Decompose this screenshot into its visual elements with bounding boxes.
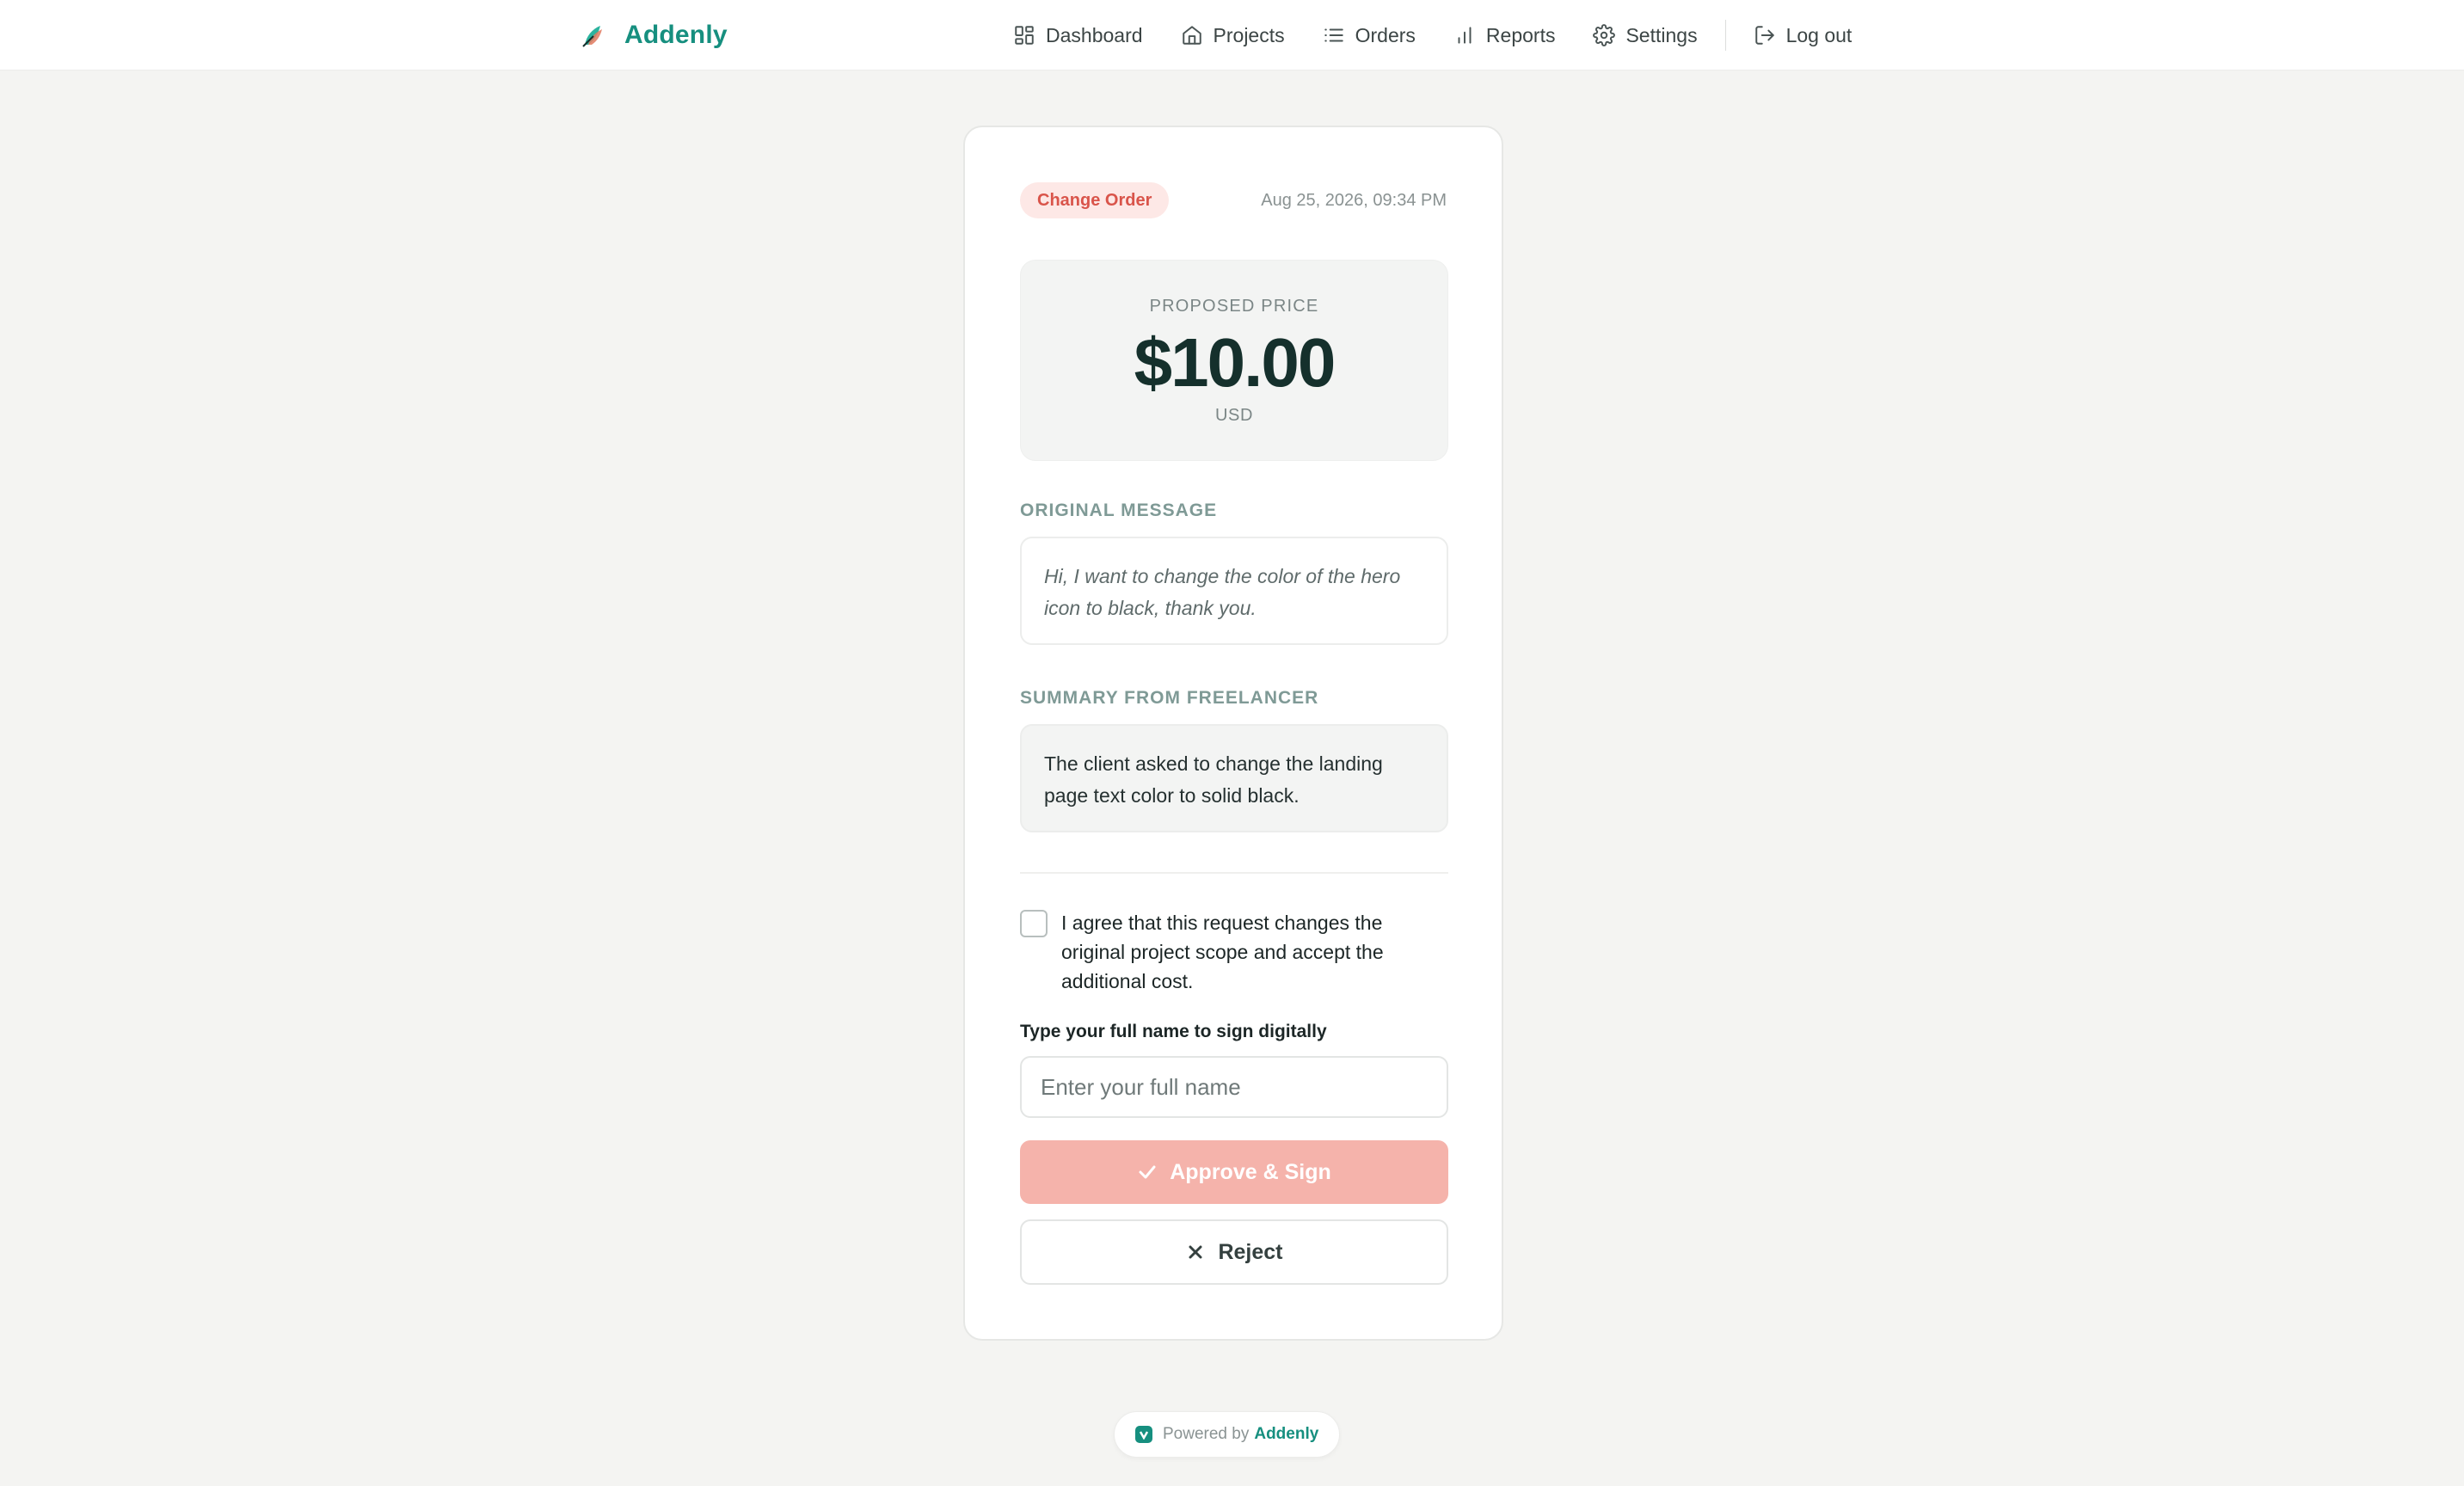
approve-sign-button[interactable]: Approve & Sign [1020, 1140, 1448, 1204]
logout-icon [1754, 26, 1774, 45]
nav-reports-label: Reports [1485, 23, 1556, 46]
dashboard-icon [1015, 26, 1034, 45]
change-order-card: Change Order Aug 25, 2026, 09:34 PM PROP… [963, 126, 1503, 1341]
agreement-text: I agree that this request changes the or… [1061, 912, 1384, 992]
gear-icon [1593, 24, 1616, 46]
reject-button[interactable]: Reject [1020, 1219, 1448, 1285]
nav-projects[interactable]: Projects [1181, 24, 1285, 47]
logout-button[interactable]: Log out [1754, 23, 1853, 47]
section-divider [1020, 872, 1448, 874]
nav-reports[interactable]: Reports [1453, 23, 1556, 47]
nav-settings-label: Settings [1625, 23, 1698, 46]
brand-name: Addenly [624, 21, 728, 49]
agree-checkbox[interactable] [1020, 910, 1048, 937]
original-message-box: Hi, I want to change the color of the he… [1020, 537, 1448, 645]
reject-label: Reject [1218, 1239, 1283, 1264]
logout-label: Log out [1785, 23, 1853, 46]
change-order-badge: Change Order [1020, 182, 1170, 218]
close-icon [1189, 1245, 1202, 1259]
brand-logo-icon [582, 26, 602, 47]
nav-orders-label: Orders [1355, 23, 1416, 46]
order-timestamp: Aug 25, 2026, 09:34 PM [1261, 191, 1447, 210]
summary-box: The client asked to change the landing p… [1020, 724, 1448, 832]
original-message-label: ORIGINAL MESSAGE [1020, 500, 1218, 520]
nav-projects-label: Projects [1213, 23, 1285, 46]
proposed-price-box: PROPOSED PRICE $10.00 USD [1020, 260, 1448, 461]
home-icon [1182, 26, 1201, 45]
bar-chart-icon [1458, 27, 1472, 44]
powered-by-badge[interactable]: Powered by Addenly [1114, 1411, 1341, 1458]
powered-logo-icon [1135, 1426, 1152, 1443]
brand-link[interactable]: Addenly [578, 15, 728, 55]
powered-prefix: Powered by [1163, 1425, 1250, 1443]
signature-label: Type your full name to sign digitally [1020, 1022, 1327, 1041]
price-label: PROPOSED PRICE [1149, 297, 1319, 316]
nav-dashboard[interactable]: Dashboard [1013, 24, 1143, 47]
nav-divider [1724, 20, 1726, 51]
nav-dashboard-label: Dashboard [1046, 23, 1143, 46]
top-navigation-bar: Addenly Dashboard Projects Orders Report… [0, 0, 2464, 71]
summary-label: SUMMARY FROM FREELANCER [1020, 688, 1319, 708]
approve-label: Approve & Sign [1170, 1159, 1331, 1184]
list-icon [1324, 28, 1343, 42]
main-nav: Dashboard Projects Orders Reports Settin… [1013, 15, 1852, 55]
full-name-input[interactable] [1020, 1056, 1448, 1118]
nav-settings[interactable]: Settings [1593, 23, 1698, 47]
price-value: $10.00 [1134, 324, 1336, 401]
price-currency: USD [1214, 406, 1254, 425]
agreement-row[interactable]: I agree that this request changes the or… [1020, 908, 1448, 996]
check-icon [1139, 1165, 1156, 1179]
nav-orders[interactable]: Orders [1323, 24, 1416, 47]
powered-brand: Addenly [1254, 1425, 1319, 1443]
